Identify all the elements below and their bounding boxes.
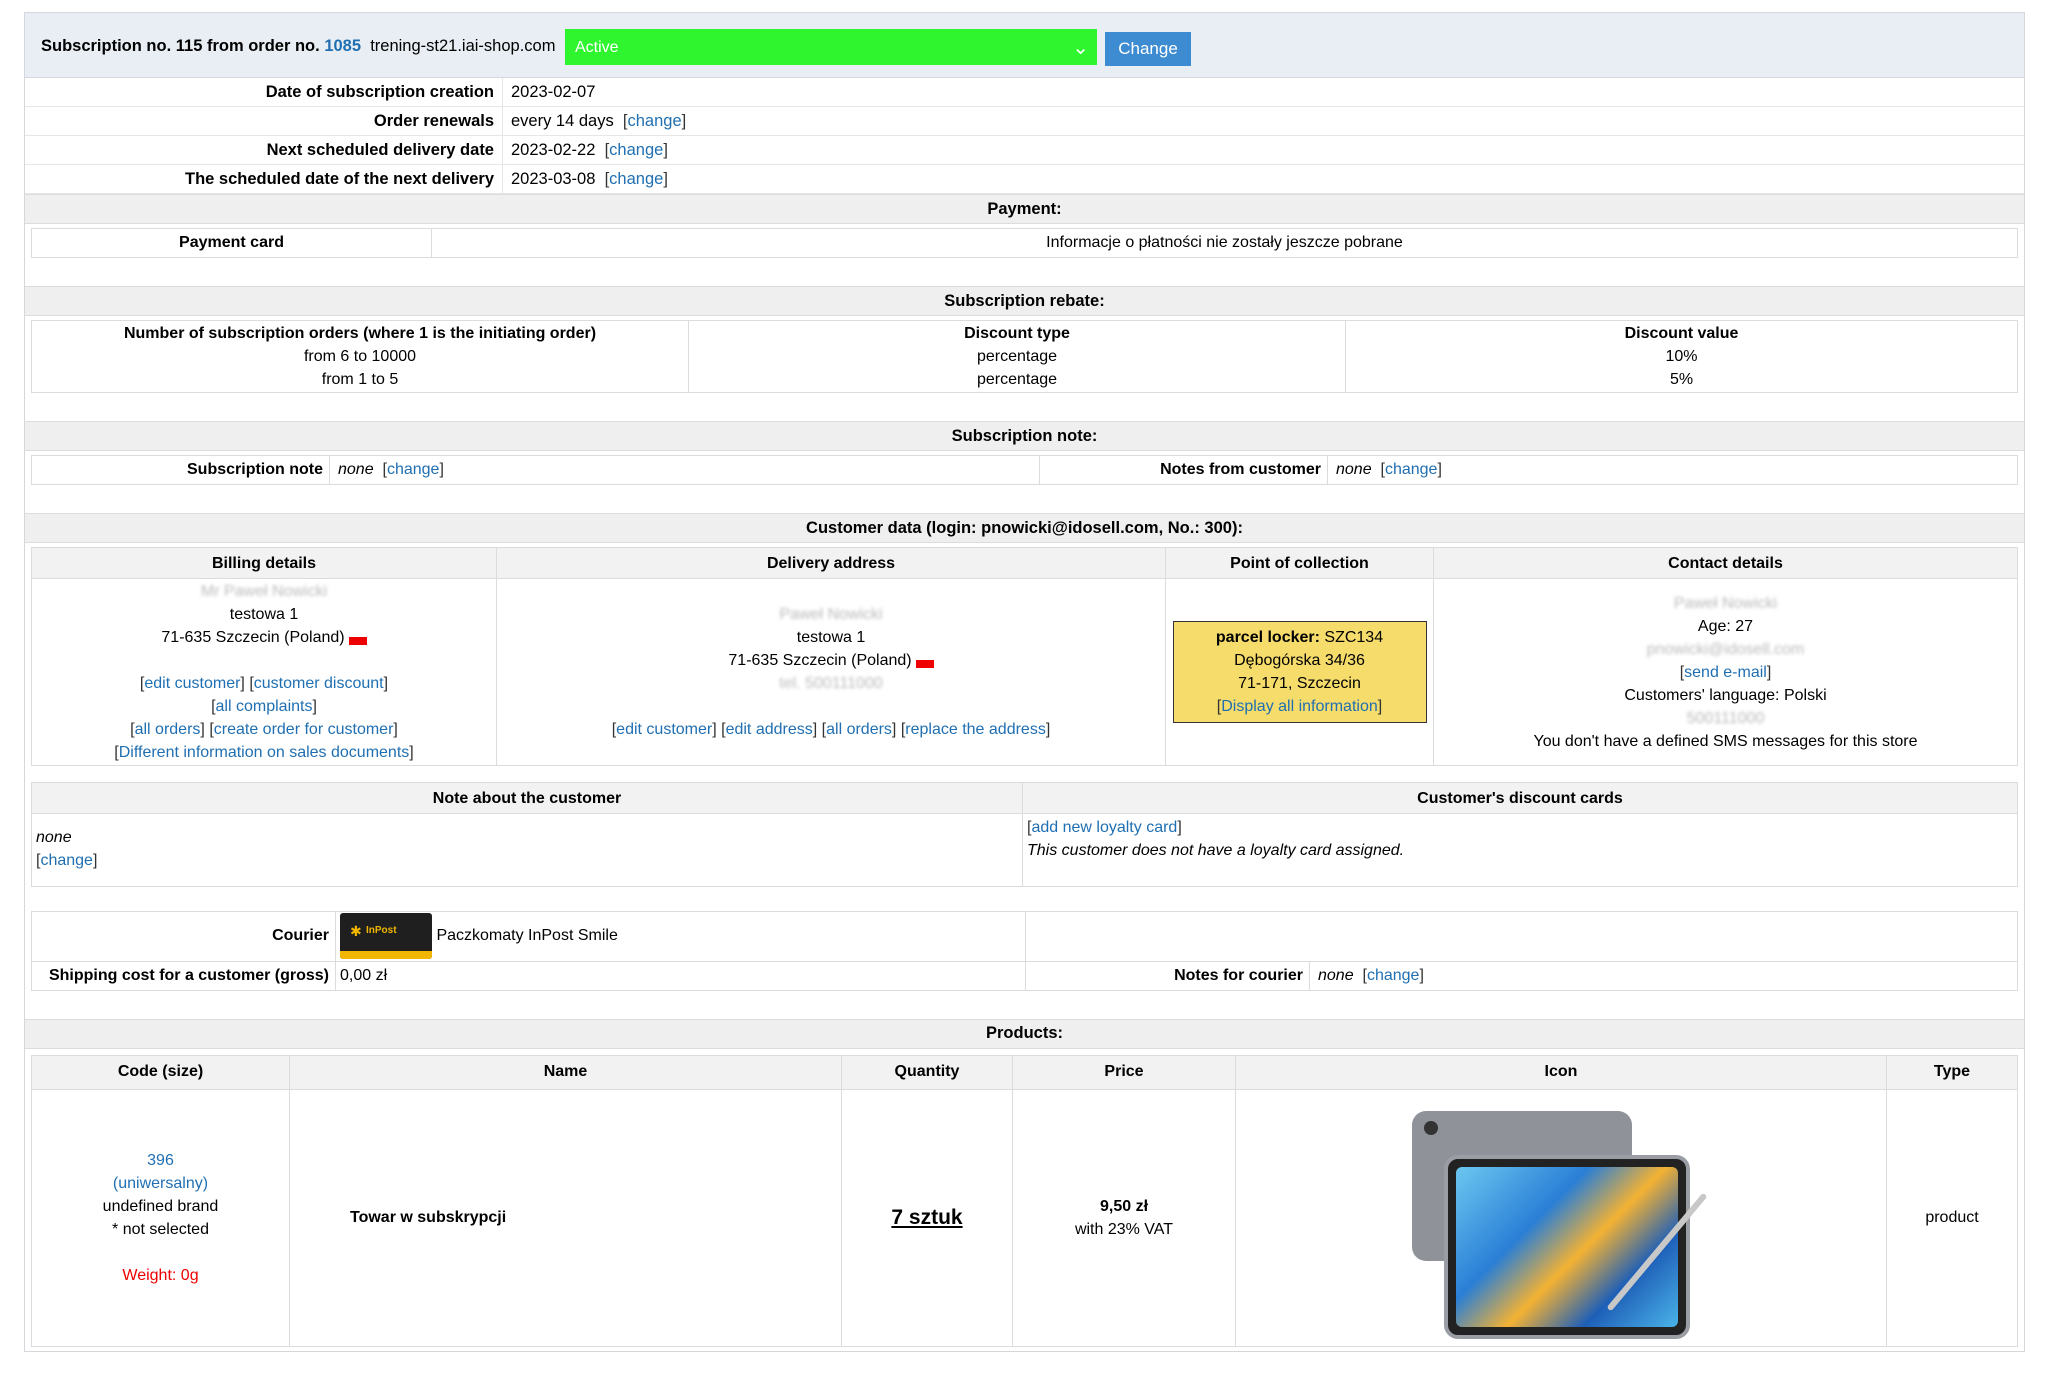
- payment-value: Informacje o płatności nie zostały jeszc…: [1046, 234, 1403, 251]
- subscription-note-value: none [change]: [329, 456, 1040, 484]
- delivery-title: Delivery address: [496, 548, 1166, 579]
- edit-address-link[interactable]: edit address: [726, 721, 813, 738]
- edit-customer-link-2[interactable]: edit customer: [616, 721, 712, 738]
- point-title: Point of collection: [1165, 548, 1434, 579]
- col-price: Price: [1012, 1055, 1236, 1090]
- contact-name: Paweł Nowicki: [1673, 594, 1778, 612]
- about-box: Note about the customer Customer's disco…: [31, 782, 2018, 887]
- tablet-image: [1394, 1096, 1728, 1339]
- rebate-heading: Subscription rebate:: [25, 286, 2024, 316]
- product-code-link[interactable]: 396: [147, 1152, 174, 1169]
- table-row: 396 (uniwersalny) undefined brand * not …: [32, 1089, 2017, 1346]
- courier-label: Courier: [32, 911, 336, 962]
- change-courier-notes-link[interactable]: change: [1367, 967, 1420, 984]
- courier-value: ✱ InPost Paczkomaty InPost Smile: [335, 911, 1026, 962]
- delivery-name: Paweł Nowicki: [779, 606, 883, 623]
- discount-cards: [add new loyalty card] This customer doe…: [1022, 813, 2017, 886]
- product-icon: [1235, 1089, 1887, 1346]
- rebate-box: Number of subscription orders (where 1 i…: [31, 320, 2018, 393]
- shipping-cost-label: Shipping cost for a customer (gross): [32, 961, 336, 990]
- contact-phone: 500111000: [1686, 709, 1765, 727]
- note-about-customer-title: Note about the customer: [32, 783, 1023, 814]
- customer-discount-link[interactable]: customer discount: [254, 675, 384, 692]
- detail-row-creation: Date of subscription creation 2023-02-07: [25, 78, 2024, 107]
- col-code: Code (size): [32, 1055, 290, 1090]
- billing-name: Mr Paweł Nowicki: [200, 583, 328, 600]
- change-customer-notes-link[interactable]: change: [1385, 461, 1438, 478]
- rebate-type-column: Discount type percentage percentage: [688, 321, 1346, 392]
- sales-documents-link[interactable]: Different information on sales documents: [119, 744, 410, 761]
- all-orders-link[interactable]: all orders: [135, 721, 201, 738]
- courier-box: Courier ✱ InPost Paczkomaty InPost Smile …: [31, 910, 2018, 991]
- parcel-locker-box: parcel locker: SZC134 Dębogórska 34/36 7…: [1172, 621, 1427, 723]
- display-all-info-link[interactable]: Display all information: [1221, 698, 1378, 715]
- customer-box: Billing details Delivery address Point o…: [31, 547, 2018, 766]
- courier-notes-label: Notes for courier: [1025, 961, 1310, 990]
- note-box: Subscription note none [change] Notes fr…: [31, 455, 2018, 485]
- subscription-panel: Subscription no. 115 from order no. 1085…: [24, 12, 2025, 1352]
- product-quantity[interactable]: 7 sztuk: [841, 1089, 1013, 1346]
- detail-row-next-delivery: Next scheduled delivery date 2023-02-22 …: [25, 136, 2024, 165]
- product-type: product: [1886, 1089, 2017, 1346]
- all-orders-link-2[interactable]: all orders: [826, 721, 892, 738]
- product-name: Towar w subskrypcji: [289, 1089, 842, 1346]
- subscription-header: Subscription no. 115 from order no. 1085…: [25, 13, 2024, 78]
- change-status-button[interactable]: Change: [1105, 32, 1191, 66]
- change-scheduled-date-link[interactable]: change: [609, 170, 663, 188]
- col-name: Name: [289, 1055, 842, 1090]
- product-price: 9,50 zł with 23% VAT: [1012, 1089, 1236, 1346]
- all-complaints-link[interactable]: all complaints: [216, 698, 313, 715]
- change-customer-note-link[interactable]: change: [40, 852, 93, 869]
- create-order-link[interactable]: create order for customer: [214, 721, 394, 738]
- delivery-phone: tel. 500111000: [779, 675, 883, 692]
- col-type: Type: [1886, 1055, 2017, 1090]
- col-icon: Icon: [1235, 1055, 1887, 1090]
- discount-cards-title: Customer's discount cards: [1022, 783, 2017, 814]
- detail-row-renewals: Order renewals every 14 days [change]: [25, 107, 2024, 136]
- shipping-cost-value: 0,00 zł: [335, 961, 1026, 990]
- contact-details: Paweł Nowicki Age: 27 pnowicki@idosell.c…: [1433, 578, 2017, 765]
- billing-details: Mr Paweł Nowicki testowa 1 71-635 Szczec…: [32, 578, 497, 765]
- col-quantity: Quantity: [841, 1055, 1013, 1090]
- status-select[interactable]: Active ⌄: [565, 29, 1097, 65]
- flag-icon: [915, 660, 934, 668]
- send-email-link[interactable]: send e-mail: [1684, 664, 1767, 681]
- delivery-address: Paweł Nowicki testowa 1 71-635 Szczecin …: [496, 578, 1166, 765]
- replace-address-link[interactable]: replace the address: [905, 721, 1046, 738]
- products-box: Code (size) Name Quantity Price Icon Typ…: [31, 1054, 2018, 1347]
- rebate-value-column: Discount value 10% 5%: [1624, 325, 1739, 388]
- inpost-logo-icon: ✱ InPost: [340, 913, 432, 960]
- product-size-link[interactable]: (uniwersalny): [113, 1175, 208, 1192]
- subscription-note-label: Subscription note: [32, 456, 330, 484]
- edit-customer-link[interactable]: edit customer: [144, 675, 240, 692]
- billing-title: Billing details: [32, 548, 497, 579]
- customer-notes-label: Notes from customer: [1039, 456, 1328, 484]
- shop-domain: trening-st21.iai-shop.com: [370, 37, 556, 55]
- products-heading: Products:: [25, 1018, 2024, 1049]
- note-about-customer: none [change]: [32, 813, 1023, 886]
- customer-notes-value: none [change]: [1336, 461, 1442, 478]
- change-renewals-link[interactable]: change: [628, 112, 682, 130]
- flag-icon: [348, 637, 367, 645]
- payment-heading: Payment:: [25, 194, 2024, 224]
- change-next-delivery-link[interactable]: change: [609, 141, 663, 159]
- contact-email: pnowicki@idosell.com: [1646, 640, 1805, 658]
- customer-heading: Customer data (login: pnowicki@idosell.c…: [25, 513, 2024, 543]
- add-loyalty-card-link[interactable]: add new loyalty card: [1031, 819, 1177, 836]
- note-heading: Subscription note:: [25, 421, 2024, 451]
- change-subscription-note-link[interactable]: change: [387, 461, 440, 478]
- contact-title: Contact details: [1433, 548, 2017, 579]
- chevron-down-icon: ⌄: [1072, 37, 1089, 59]
- product-code: 396 (uniwersalny) undefined brand * not …: [32, 1089, 290, 1346]
- point-of-collection: parcel locker: SZC134 Dębogórska 34/36 7…: [1165, 578, 1434, 765]
- order-number-link[interactable]: 1085: [324, 37, 361, 55]
- payment-box: Payment card Informacje o płatności nie …: [31, 228, 2018, 258]
- rebate-range-column: Number of subscription orders (where 1 i…: [32, 321, 689, 392]
- courier-notes-value: none [change]: [1309, 961, 2017, 990]
- payment-label: Payment card: [32, 229, 432, 257]
- subscription-title: Subscription no. 115 from order no. 1085…: [41, 37, 556, 55]
- detail-row-scheduled-date: The scheduled date of the next delivery …: [25, 165, 2024, 194]
